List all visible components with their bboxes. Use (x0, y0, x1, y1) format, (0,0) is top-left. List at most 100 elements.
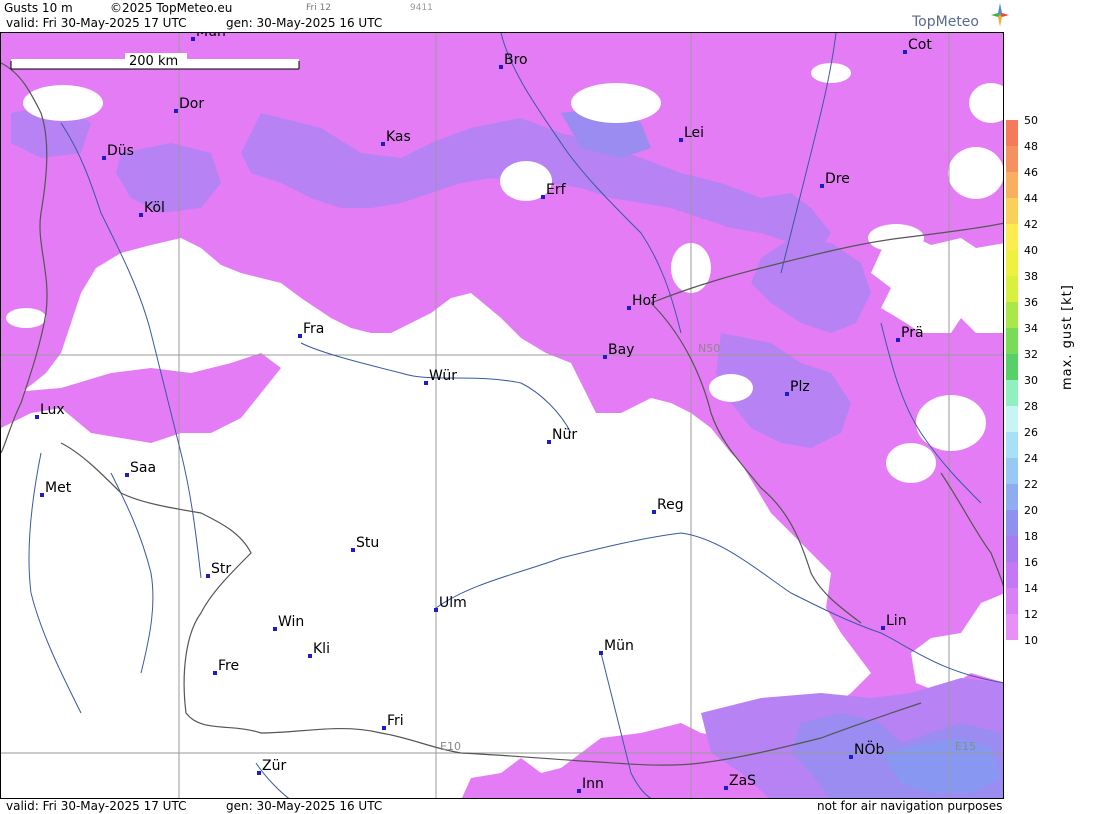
legend-tick: 44 (1024, 192, 1038, 205)
city-marker (381, 142, 385, 146)
scale-label: 200 km (129, 54, 178, 69)
legend-tick: 28 (1024, 400, 1038, 413)
city-marker (382, 726, 386, 730)
footer-valid-time: valid: Fri 30-May-2025 17 UTC (6, 799, 187, 813)
legend-swatch (1006, 380, 1018, 406)
legend-tick: 36 (1024, 296, 1038, 309)
legend-tick: 24 (1024, 452, 1038, 465)
city-label: NÖb (854, 740, 884, 758)
legend-swatch (1006, 198, 1018, 224)
legend-swatch (1006, 614, 1018, 640)
legend-tick: 34 (1024, 322, 1038, 335)
legend-tick: 38 (1024, 270, 1038, 283)
city-label: Kas (386, 129, 411, 145)
city-marker (547, 440, 551, 444)
city-label: Win (278, 614, 304, 630)
city-label: Fri (387, 713, 404, 729)
city-marker (35, 415, 39, 419)
legend-tick: 26 (1024, 426, 1038, 439)
city-label: Düs (107, 143, 134, 159)
city-label: Bay (608, 342, 634, 358)
city-marker (652, 510, 656, 514)
legend-tick: 22 (1024, 478, 1038, 491)
legend-tick: 40 (1024, 244, 1038, 257)
city-label: Kli (313, 641, 330, 657)
city-marker (849, 755, 853, 759)
city-marker (206, 574, 210, 578)
calm-hole-4 (948, 147, 1003, 199)
legend-tick: 42 (1024, 218, 1038, 231)
city-label: Ulm (439, 595, 467, 611)
city-marker (785, 392, 789, 396)
city-label: Nür (552, 427, 577, 443)
legend-swatch (1006, 328, 1018, 354)
city-marker (724, 786, 728, 790)
city-marker (40, 493, 44, 497)
city-marker (191, 37, 195, 41)
city-label: Dre (825, 171, 850, 187)
color-legend: 50 48 46 44 42 40 38 36 34 32 30 28 26 24 22 20 18 16 14 12… (1006, 114, 1095, 647)
footer-disclaimer: not for air navigation purposes (817, 799, 1003, 813)
legend-tick: 14 (1024, 582, 1038, 595)
legend-swatch (1006, 458, 1018, 484)
legend-tick: 20 (1024, 504, 1038, 517)
city-marker (679, 138, 683, 142)
legend-swatch (1006, 432, 1018, 458)
city-label: ZaS (729, 773, 756, 789)
header-bar: Gusts 10 m ©2025 TopMeteo.eu Fri 12 9411… (0, 0, 1009, 32)
calm-hole-10 (916, 395, 986, 451)
valid-time: valid: Fri 30-May-2025 17 UTC (6, 16, 187, 30)
city-marker (139, 213, 143, 217)
legend-tick: 46 (1024, 166, 1038, 179)
city-label: Bro (504, 52, 528, 68)
city-label: Köl (144, 200, 165, 216)
city-label: Reg (657, 497, 684, 513)
city-label: Fra (303, 321, 324, 337)
code-text: 9411 (410, 3, 433, 13)
city-marker (308, 654, 312, 658)
gust-map[interactable]: 200 km N50 E10 E15 Mün Bro Cot Dor Kas Lei Düs… (0, 32, 1004, 799)
city-label: Dor (179, 96, 204, 112)
city-marker (273, 627, 277, 631)
compass-icon (991, 3, 1009, 27)
city-marker (174, 109, 178, 113)
legend-tick: 18 (1024, 530, 1038, 543)
city-label: Hof (632, 293, 657, 309)
city-marker (424, 381, 428, 385)
city-marker (541, 195, 545, 199)
city-marker (125, 473, 129, 477)
city-marker (298, 334, 302, 338)
city-label: Mün (604, 638, 634, 654)
legend-tick: 10 (1024, 634, 1038, 647)
legend-swatch (1006, 224, 1018, 250)
city-marker (577, 789, 581, 793)
legend-label: max. gust [kt] (1060, 284, 1075, 390)
city-label: Lux (40, 402, 65, 418)
city-marker (627, 306, 631, 310)
legend-tick: 32 (1024, 348, 1038, 361)
legend-swatch (1006, 276, 1018, 302)
legend-swatch (1006, 250, 1018, 276)
footer-generated-time: gen: 30-May-2025 16 UTC (226, 799, 383, 813)
legend-swatch (1006, 354, 1018, 380)
city-marker (257, 771, 261, 775)
city-label: Prä (901, 325, 924, 341)
legend-tick: 16 (1024, 556, 1038, 569)
calm-hole-2 (571, 83, 661, 123)
legend-swatch (1006, 484, 1018, 510)
city-marker (903, 50, 907, 54)
city-marker (351, 548, 355, 552)
city-label: Zür (262, 758, 286, 774)
city-label: Erf (546, 182, 567, 198)
legend-swatch (1006, 588, 1018, 614)
generated-time: gen: 30-May-2025 16 UTC (226, 16, 383, 30)
city-marker (499, 65, 503, 69)
legend-swatch (1006, 406, 1018, 432)
city-label: Plz (790, 379, 810, 395)
calm-hole-3 (23, 85, 103, 121)
city-label: Fre (218, 658, 239, 674)
legend-swatch (1006, 510, 1018, 536)
city-marker (102, 156, 106, 160)
run-tag: Fri 12 (306, 3, 332, 13)
city-marker (599, 651, 603, 655)
